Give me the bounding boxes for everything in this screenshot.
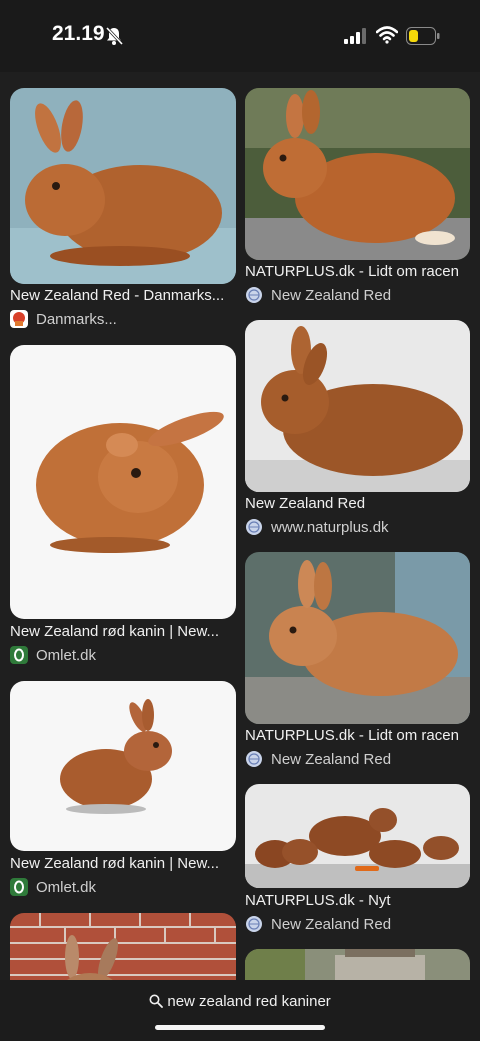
result-title[interactable]: New Zealand Red - Danmarks...: [10, 287, 240, 304]
globe-icon: [246, 916, 262, 932]
result-thumbnail[interactable]: [245, 88, 470, 260]
result-source[interactable]: New Zealand Red: [271, 751, 391, 768]
result-thumbnail[interactable]: [10, 88, 236, 284]
result-title[interactable]: New Zealand Red: [245, 495, 475, 512]
rabbit-image: [245, 320, 470, 492]
rabbit-image: [245, 88, 470, 260]
bottom-search-bar[interactable]: new zealand red kaniner: [0, 980, 480, 1041]
rabbit-image: [10, 345, 236, 619]
bell-slash-icon: [105, 26, 124, 46]
result-thumbnail[interactable]: [245, 784, 470, 888]
globe-icon: [246, 287, 262, 303]
rabbit-image: [245, 949, 470, 980]
omlet-favicon-icon: [10, 878, 28, 896]
result-source[interactable]: Omlet.dk: [36, 647, 96, 664]
globe-icon: [246, 519, 262, 535]
danmarks-favicon-icon: [10, 310, 28, 328]
result-title[interactable]: NATURPLUS.dk - Lidt om racen: [245, 727, 475, 744]
rabbit-image: [245, 784, 470, 888]
omlet-favicon-icon: [10, 646, 28, 664]
result-thumbnail[interactable]: [10, 345, 236, 619]
result-thumbnail[interactable]: [245, 552, 470, 724]
globe-icon: [246, 751, 262, 767]
result-thumbnail[interactable]: [245, 320, 470, 492]
search-query-label[interactable]: new zealand red kaniner: [0, 993, 480, 1010]
result-source[interactable]: www.naturplus.dk: [271, 519, 389, 536]
result-thumbnail[interactable]: [10, 681, 236, 851]
rabbit-image: [245, 552, 470, 724]
rabbit-image: [10, 681, 236, 851]
status-time: 21.19: [52, 22, 105, 45]
result-title[interactable]: New Zealand rød kanin | New...: [10, 623, 240, 640]
search-icon: [149, 994, 164, 1008]
image-results-grid: New Zealand Red - Danmarks... Danmarks..…: [0, 72, 480, 980]
rabbit-image: [10, 913, 236, 980]
result-source[interactable]: Omlet.dk: [36, 879, 96, 896]
result-title[interactable]: NATURPLUS.dk - Lidt om racen: [245, 263, 475, 280]
result-title[interactable]: NATURPLUS.dk - Nyt: [245, 892, 475, 909]
result-source[interactable]: New Zealand Red: [271, 916, 391, 933]
rabbit-image: [10, 88, 236, 284]
result-thumbnail[interactable]: [10, 913, 236, 980]
search-query-text: new zealand red kaniner: [167, 993, 331, 1010]
status-bar: 21.19: [0, 0, 480, 72]
wifi-icon: [376, 26, 398, 44]
battery-icon: [406, 27, 440, 45]
result-thumbnail[interactable]: [245, 949, 470, 980]
result-title[interactable]: New Zealand rød kanin | New...: [10, 855, 240, 872]
result-source[interactable]: New Zealand Red: [271, 287, 391, 304]
cellular-signal-icon: [344, 28, 366, 44]
home-indicator[interactable]: [155, 1025, 325, 1030]
result-source[interactable]: Danmarks...: [36, 311, 117, 328]
